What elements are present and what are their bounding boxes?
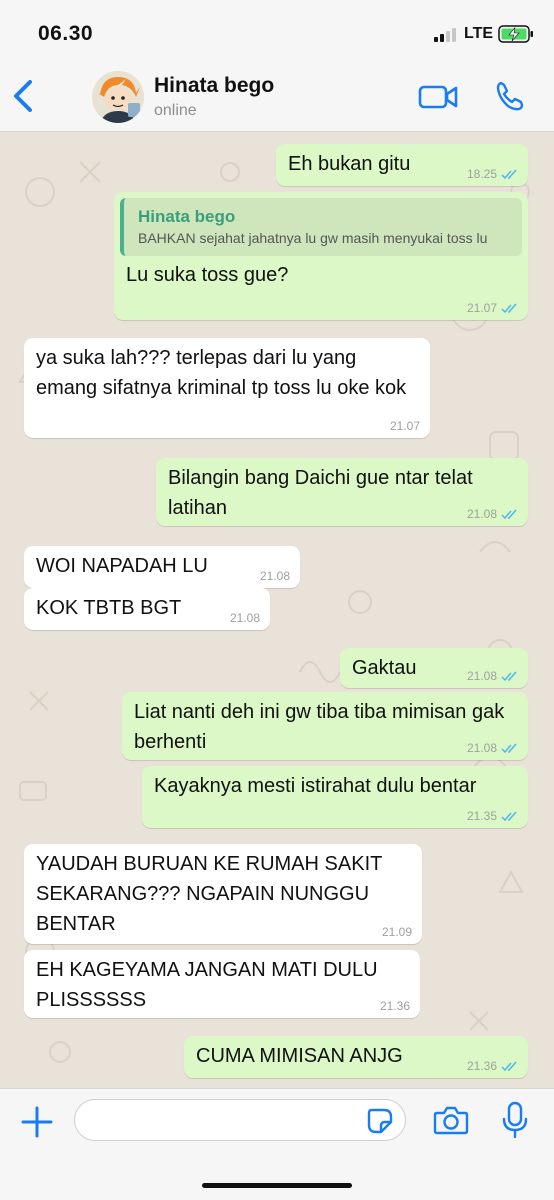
message-bubble-outgoing[interactable]: Eh bukan gitu 18.25 [276,144,528,186]
message-meta: 18.25 [467,167,518,181]
message-bubble-outgoing[interactable]: Kayaknya mesti istirahat dulu bentar 21.… [142,766,528,828]
message-meta: 21.07 [467,301,518,315]
avatar-illustration [92,71,144,123]
double-check-icon [501,169,517,179]
contact-name[interactable]: Hinata bego [154,74,274,98]
double-check-icon [501,1061,517,1071]
message-bubble-incoming[interactable]: EH KAGEYAMA JANGAN MATI DULU PLISSSSSS 2… [24,950,420,1018]
status-time: 06.30 [38,22,94,45]
message-time: 21.36 [466,1059,497,1073]
message-bubble-incoming[interactable]: ya suka lah??? terlepas dari lu yang ema… [24,338,430,438]
message-text: WOI NAPADAH LU [36,555,208,577]
message-meta: 21.35 [467,809,518,823]
double-check-icon [501,811,517,821]
message-meta: 21.36 [380,999,410,1013]
signal-strength-icon [434,28,460,42]
message-time: 18.25 [466,167,497,181]
message-meta: 21.07 [390,419,420,433]
message-bubble-incoming[interactable]: WOI NAPADAH LU 21.08 [24,546,300,588]
avatar[interactable] [92,71,144,123]
message-text: Eh bukan gitu [288,153,411,175]
back-chevron-icon[interactable] [10,76,36,116]
message-text: Bilangin bang Daichi gue ntar telat lati… [168,467,473,519]
message-time: 21.08 [466,741,497,755]
quoted-sender: Hinata bego [138,207,236,226]
message-text: Gaktau [352,657,417,679]
message-meta: 21.08 [467,669,518,683]
chat-header: Hinata bego online [0,62,554,132]
message-composer [0,1088,554,1200]
message-text: Kayaknya mesti istirahat dulu bentar [154,775,477,797]
message-text: ya suka lah??? terlepas dari lu yang ema… [36,347,407,399]
message-bubble-outgoing[interactable]: Liat nanti deh ini gw tiba tiba mimisan … [122,692,528,760]
home-indicator [202,1183,352,1188]
quoted-text: BAHKAN sejahat jahatnya lu gw masih meny… [138,230,488,246]
message-text: CUMA MIMISAN ANJG [196,1045,403,1067]
contact-status: online [154,102,197,119]
camera-icon[interactable] [433,1104,469,1136]
message-text: Liat nanti deh ini gw tiba tiba mimisan … [134,701,505,753]
message-time: 21.08 [259,569,290,583]
message-text: KOK TBTB BGT [36,597,182,619]
chat-area[interactable]: Eh bukan gitu 18.25 Hinata bego BAHKAN s… [0,132,554,1088]
phone-icon[interactable] [494,80,526,112]
message-meta: 21.08 [467,741,518,755]
sticker-icon[interactable] [367,1108,393,1134]
message-input[interactable] [74,1099,406,1141]
battery-charging-icon [498,25,533,43]
message-meta: 21.08 [230,611,260,625]
message-meta: 21.08 [260,569,290,583]
message-time: 21.07 [389,419,420,433]
message-time: 21.09 [381,925,412,939]
quoted-message[interactable]: Hinata bego BAHKAN sejahat jahatnya lu g… [120,198,522,256]
double-check-icon [501,509,517,519]
network-type: LTE [464,25,494,42]
microphone-icon[interactable] [501,1101,529,1139]
message-time: 21.08 [466,507,497,521]
message-time: 21.36 [379,999,410,1013]
message-time: 21.08 [466,669,497,683]
double-check-icon [501,303,517,313]
video-call-icon[interactable] [418,82,458,112]
message-bubble-outgoing[interactable]: CUMA MIMISAN ANJG 21.36 [184,1036,528,1078]
message-text: Lu suka toss gue? [126,264,289,286]
plus-icon[interactable] [20,1105,54,1139]
message-time: 21.07 [466,301,497,315]
message-bubble-incoming[interactable]: KOK TBTB BGT 21.08 [24,588,270,630]
message-text: YAUDAH BURUAN KE RUMAH SAKIT SEKARANG???… [36,853,382,935]
double-check-icon [501,671,517,681]
double-check-icon [501,743,517,753]
status-bar: 06.30 LTE [0,0,554,62]
message-bubble-outgoing[interactable]: Gaktau 21.08 [340,648,528,688]
message-text: EH KAGEYAMA JANGAN MATI DULU PLISSSSSS [36,959,378,1011]
message-meta: 21.09 [382,925,412,939]
message-bubble-outgoing-reply[interactable]: Hinata bego BAHKAN sejahat jahatnya lu g… [114,192,528,320]
message-bubble-incoming[interactable]: YAUDAH BURUAN KE RUMAH SAKIT SEKARANG???… [24,844,422,944]
message-meta: 21.08 [467,507,518,521]
message-bubble-outgoing[interactable]: Bilangin bang Daichi gue ntar telat lati… [156,458,528,526]
message-meta: 21.36 [467,1059,518,1073]
message-time: 21.08 [229,611,260,625]
message-time: 21.35 [466,809,497,823]
